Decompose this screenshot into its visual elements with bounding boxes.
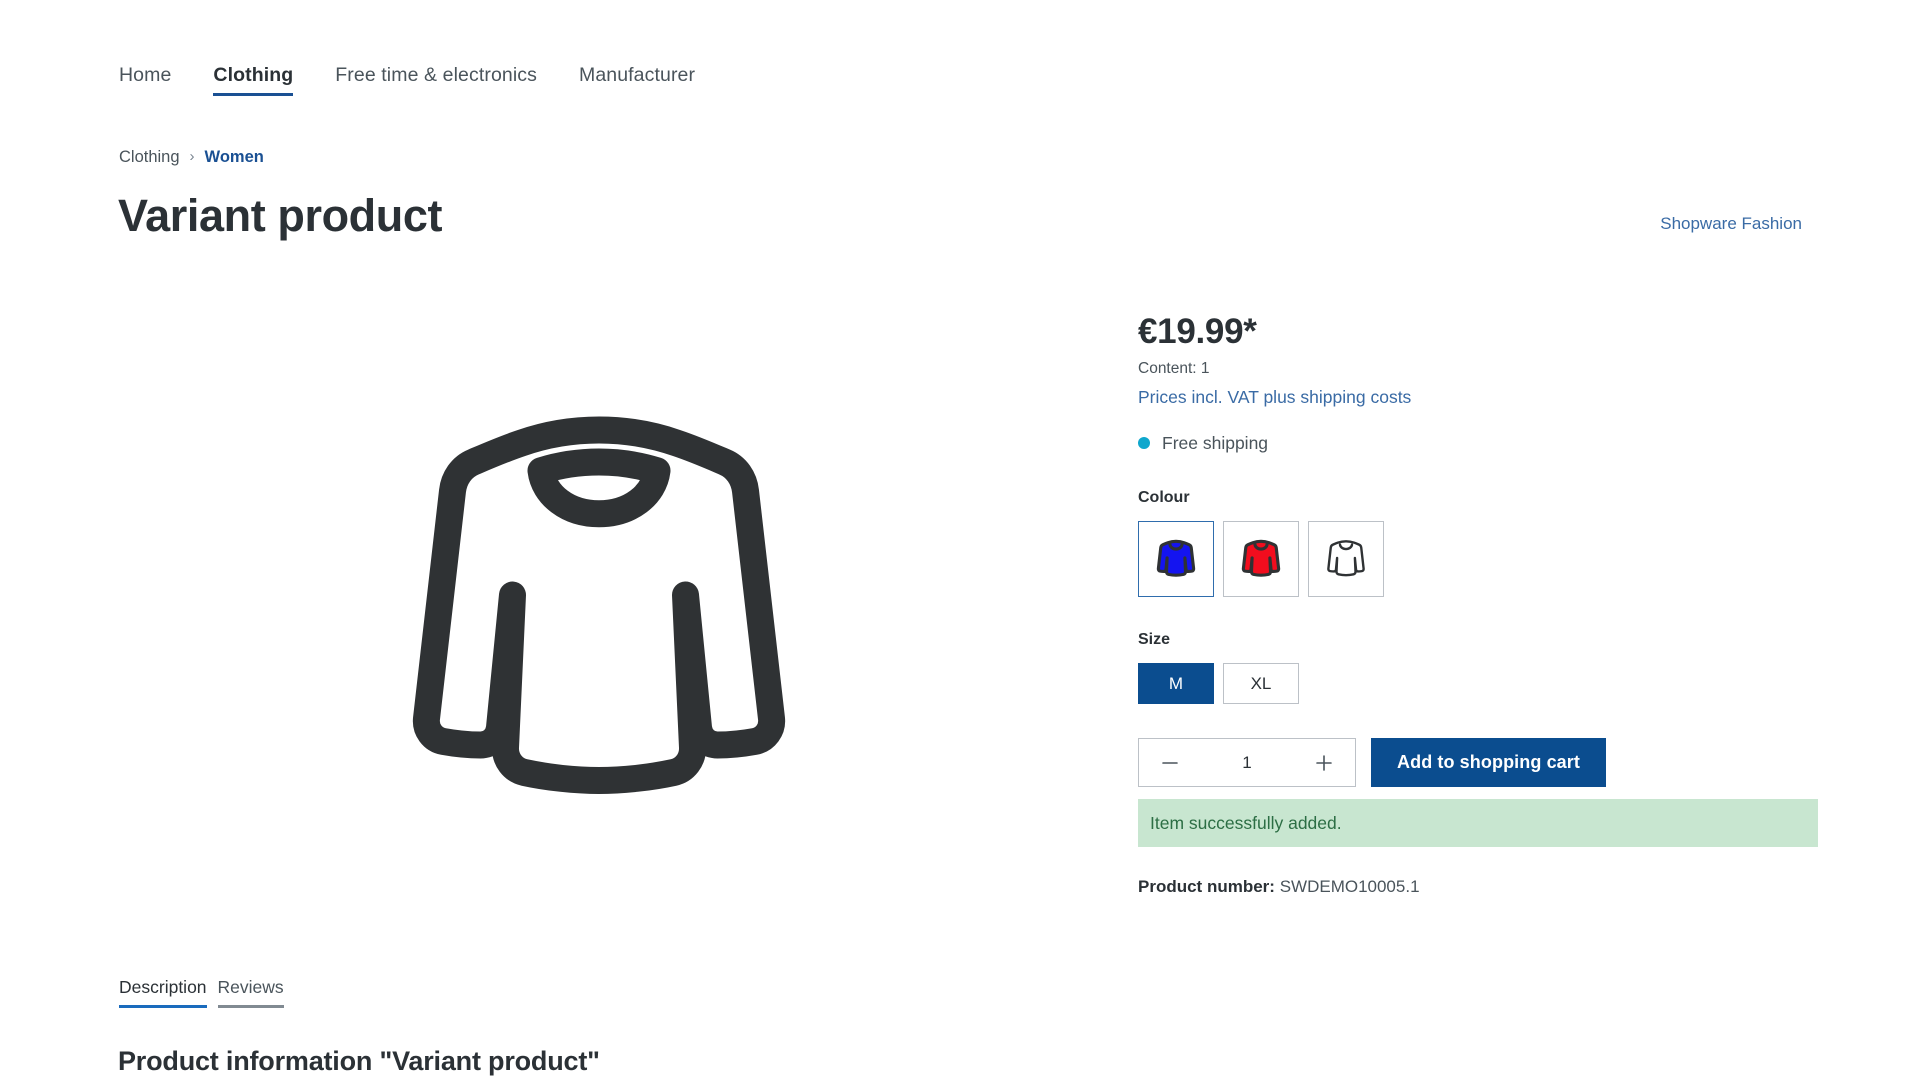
main-navigation: Home Clothing Free time & electronics Ma… — [119, 62, 737, 96]
shirt-blue-icon — [1156, 539, 1196, 577]
tax-and-shipping-link[interactable]: Prices incl. VAT plus shipping costs — [1138, 385, 1818, 409]
option-group-colour: Colour — [1138, 487, 1818, 597]
nav-item-home[interactable]: Home — [119, 62, 171, 96]
nav-item-free-time-electronics[interactable]: Free time & electronics — [335, 62, 537, 96]
quantity-increase-button[interactable] — [1311, 750, 1337, 776]
add-to-shopping-cart-button[interactable]: Add to shopping cart — [1371, 738, 1606, 787]
nav-item-clothing[interactable]: Clothing — [213, 62, 293, 96]
nav-item-manufacturer[interactable]: Manufacturer — [579, 62, 695, 96]
delivery-status-dot-icon — [1138, 437, 1150, 449]
tab-reviews[interactable]: Reviews — [217, 975, 284, 1008]
size-option-m[interactable]: M — [1138, 663, 1214, 704]
product-gallery[interactable] — [119, 270, 1079, 970]
product-information-heading: Product information "Variant product" — [118, 1046, 600, 1076]
size-button-row: M XL — [1138, 663, 1818, 704]
plus-icon — [1316, 754, 1332, 771]
buy-box: €19.99* Content: 1 Prices incl. VAT plus… — [1138, 310, 1818, 899]
product-number-label: Product number: — [1138, 877, 1275, 896]
product-content: Content: 1 — [1138, 360, 1210, 377]
option-label-colour: Colour — [1138, 489, 1190, 506]
shirt-red-icon — [1241, 539, 1281, 577]
product-number-value: SWDEMO10005.1 — [1279, 877, 1420, 896]
product-number: Product number: SWDEMO10005.1 — [1138, 875, 1818, 899]
minus-icon — [1162, 761, 1178, 764]
page-title: Variant product — [118, 190, 443, 241]
quantity-decrease-button[interactable] — [1157, 750, 1183, 776]
colour-swatch-blue[interactable] — [1138, 521, 1214, 597]
breadcrumb-item-clothing[interactable]: Clothing — [119, 146, 180, 168]
tab-description[interactable]: Description — [119, 975, 207, 1008]
colour-swatch-white[interactable] — [1308, 521, 1384, 597]
chevron-right-icon: › — [189, 147, 195, 165]
quantity-value: 1 — [1242, 753, 1252, 772]
purchase-row: 1 Add to shopping cart — [1138, 738, 1818, 787]
option-label-size: Size — [1138, 631, 1171, 648]
colour-swatch-row — [1138, 521, 1818, 597]
manufacturer-link[interactable]: Shopware Fashion — [1660, 212, 1802, 236]
delivery-status: Free shipping — [1138, 431, 1818, 455]
cart-success-alert: Item successfully added. — [1138, 799, 1818, 847]
shirt-white-icon — [1327, 540, 1365, 577]
product-price: €19.99* — [1138, 312, 1257, 351]
product-detail-tabs: Description Reviews — [119, 975, 284, 1008]
size-option-xl[interactable]: XL — [1223, 663, 1299, 704]
quantity-stepper[interactable]: 1 — [1138, 738, 1356, 787]
cart-success-alert-text: Item successfully added. — [1150, 813, 1342, 833]
breadcrumb: Clothing › Women — [119, 146, 264, 168]
colour-swatch-red[interactable] — [1223, 521, 1299, 597]
product-detail-page: Home Clothing Free time & electronics Ma… — [0, 0, 1920, 1080]
delivery-status-label: Free shipping — [1162, 433, 1269, 453]
long-sleeve-shirt-icon — [412, 416, 786, 794]
option-group-size: Size M XL — [1138, 629, 1818, 704]
breadcrumb-item-women[interactable]: Women — [205, 146, 264, 168]
